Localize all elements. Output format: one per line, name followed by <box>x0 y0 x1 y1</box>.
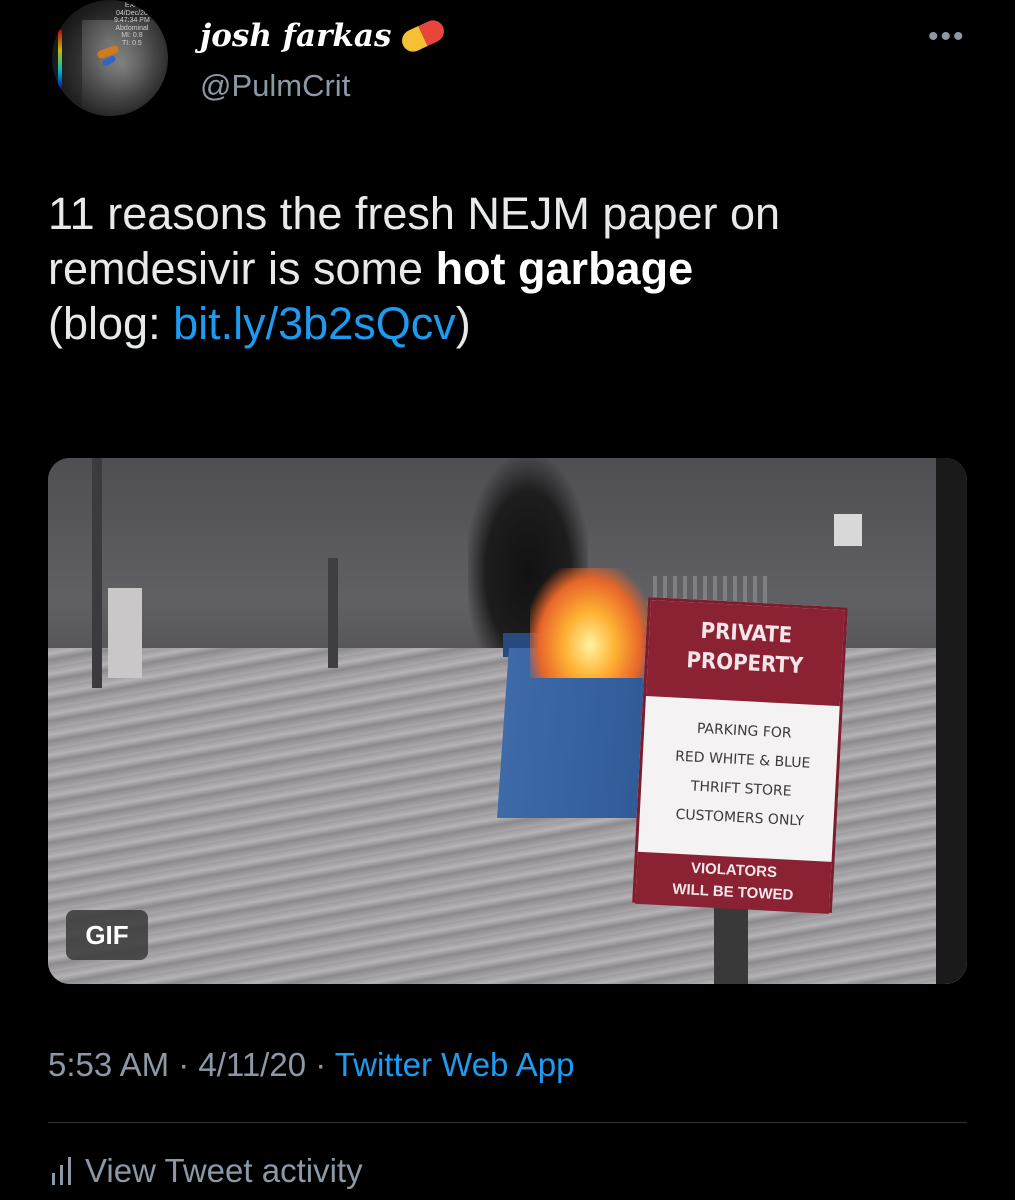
color-scale <box>58 30 62 90</box>
tweet-line-2: remdesivir is some hot garbage <box>48 241 968 296</box>
meta-separator: · <box>169 1046 199 1083</box>
sign-body: PARKING FOR RED WHITE & BLUE THRIFT STOR… <box>674 720 811 830</box>
private-property-sign: PRIVATE PROPERTY PARKING FOR RED WHITE &… <box>632 596 848 914</box>
tweet-text-suffix: ) <box>455 298 471 349</box>
source-app-link[interactable]: Twitter Web App <box>335 1046 575 1083</box>
scene-pole <box>328 558 338 668</box>
tweet-text-plain: remdesivir is some <box>48 243 436 294</box>
scene-pole <box>92 458 102 688</box>
tweet-date[interactable]: 4/11/20 <box>198 1046 306 1083</box>
scene-box <box>108 588 142 678</box>
author-name-row[interactable]: josh farkas <box>200 16 449 56</box>
display-name[interactable]: josh farkas <box>200 18 391 54</box>
scene-fire <box>530 568 650 678</box>
scene-edge <box>936 458 967 984</box>
blog-link[interactable]: bit.ly/3b2sQcv <box>173 298 456 349</box>
gif-media[interactable]: PRIVATE PROPERTY PARKING FOR RED WHITE &… <box>48 458 967 984</box>
gif-badge: GIF <box>66 910 148 960</box>
tweet-line-3: (blog: bit.ly/3b2sQcv) <box>48 296 968 351</box>
more-options-icon[interactable]: ••• <box>928 22 966 52</box>
view-activity-label: View Tweet activity <box>85 1152 363 1189</box>
meta-separator: · <box>306 1046 335 1083</box>
avatar-overlay-text: EXA 04/Dec/20 9:47:34 PM Abdominal MI: 0… <box>114 2 150 47</box>
tweet-meta: 5:53 AM · 4/11/20 · Twitter Web App <box>48 1046 574 1084</box>
scene-small-sign <box>834 514 862 546</box>
tweet-text-prefix: (blog: <box>48 298 174 349</box>
divider <box>48 1122 967 1123</box>
tweet-time[interactable]: 5:53 AM <box>48 1046 169 1083</box>
view-activity-button[interactable]: View Tweet activity <box>52 1152 363 1190</box>
tweet-text: 11 reasons the fresh NEJM paper on remde… <box>48 186 968 351</box>
tweet-text-bold: hot garbage <box>435 243 694 294</box>
bar-chart-icon <box>52 1157 71 1185</box>
sign-heading: PRIVATE PROPERTY <box>685 618 804 680</box>
pill-icon <box>398 16 449 56</box>
tweet-line-1: 11 reasons the fresh NEJM paper on <box>48 188 781 239</box>
user-handle[interactable]: @PulmCrit <box>200 68 350 104</box>
sign-post <box>714 898 748 984</box>
avatar[interactable]: EXA 04/Dec/20 9:47:34 PM Abdominal MI: 0… <box>52 0 168 116</box>
